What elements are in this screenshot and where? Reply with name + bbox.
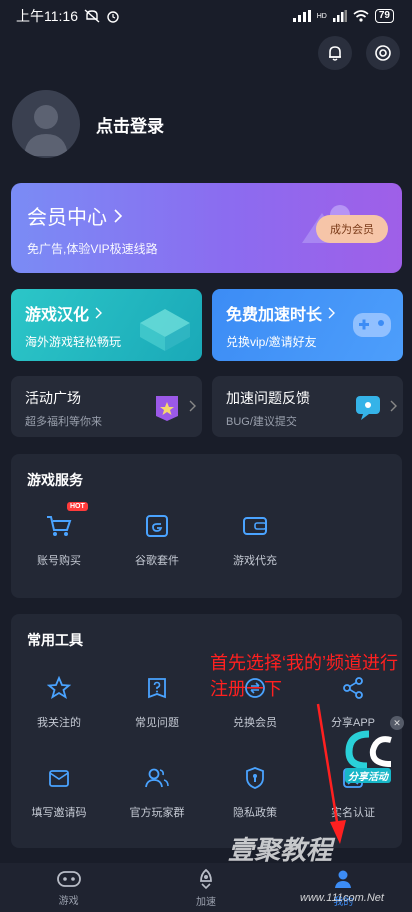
tool-label: 隐私政策 (233, 807, 277, 819)
promo-title: 游戏汉化 (25, 307, 90, 324)
default-avatar-icon (24, 105, 68, 156)
badge-icon (156, 396, 178, 421)
cube-decoration-icon (140, 309, 190, 351)
tool-following[interactable]: 我关注的 (19, 672, 99, 730)
notification-button[interactable] (318, 36, 352, 70)
hd-label: HD (316, 12, 327, 20)
invite-icon (49, 770, 69, 787)
wallet-icon (243, 517, 267, 535)
game-localization-card[interactable]: 游戏汉化 海外游戏轻松畅玩 (11, 289, 202, 361)
profile-header[interactable]: 点击登录 (12, 90, 164, 158)
section-title: 游戏服务 (27, 472, 83, 488)
chevron-right-icon (390, 400, 397, 412)
privacy-icon (246, 767, 264, 789)
promo-title: 免费加速时长 (226, 307, 323, 324)
google-suite-icon (146, 515, 168, 537)
annotation-arrow (316, 703, 346, 844)
gamepad-decoration-icon (353, 313, 391, 337)
cart-icon (47, 516, 72, 536)
user-icon (335, 870, 352, 888)
tool-label: 官方玩家群 (129, 807, 185, 819)
nav-label: 游戏 (58, 895, 79, 907)
service-label: 谷歌套件 (135, 555, 179, 567)
service-game-topup[interactable]: 游戏代充 (215, 510, 295, 568)
vip-center-card[interactable]: 会员中心 免广告,体验VIP极速线路 成为会员 (11, 183, 402, 273)
star-icon (47, 676, 71, 699)
settings-icon (375, 45, 391, 61)
header-actions (318, 36, 400, 70)
avatar[interactable] (12, 90, 80, 158)
watermark-url: www.111com.Net (300, 892, 384, 904)
alarm-icon (107, 11, 119, 23)
free-speed-card[interactable]: 免费加速时长 兑换vip/邀请好友 (212, 289, 403, 361)
signal-icon (292, 10, 311, 22)
service-label: 账号购买 (37, 555, 81, 567)
bottom-nav: 游戏 加速 我的 (0, 863, 412, 912)
service-account-purchase[interactable]: 账号购买 HOT (19, 502, 99, 568)
chevron-right-icon (189, 400, 196, 412)
mute-icon (84, 9, 100, 23)
activity-plaza-card[interactable]: 活动广场 超多福利等你来 (11, 376, 202, 437)
status-time: 上午11:16 (16, 8, 78, 24)
status-left: 上午11:16 (16, 6, 120, 26)
watermark-text: 壹聚教程 (228, 835, 333, 865)
tutorial-annotation: 首先选择‘我的’频道进行注册一下 (210, 653, 398, 699)
nav-boost[interactable]: 加速 (166, 868, 246, 908)
battery-indicator: 79 (374, 9, 394, 23)
bell-icon (329, 46, 341, 61)
gamepad-icon (56, 870, 81, 887)
service-google-suite[interactable]: 谷歌套件 (117, 510, 197, 568)
nav-games[interactable]: 游戏 (29, 869, 109, 907)
tool-player-group[interactable]: 官方玩家群 (117, 762, 197, 820)
rocket-icon (200, 868, 212, 889)
status-right: HD 79 (292, 9, 394, 23)
wifi-icon (353, 10, 369, 22)
feedback-card[interactable]: 加速问题反馈 BUG/建议提交 (212, 376, 403, 437)
game-services-section: 游戏服务 账号购买 HOT 谷歌套件 游戏代充 (11, 454, 402, 598)
become-member-button[interactable]: 成为会员 (316, 215, 388, 243)
tool-label: 兑换会员 (233, 717, 277, 729)
chevron-right-icon (328, 307, 336, 319)
tool-label: 填写邀请码 (31, 807, 87, 819)
hot-badge: HOT (67, 502, 88, 511)
vip-title: 会员中心 (27, 207, 107, 229)
group-icon (145, 768, 169, 788)
chevron-right-icon (95, 307, 103, 319)
login-link[interactable]: 点击登录 (96, 112, 164, 137)
feedback-icon (356, 396, 380, 420)
section-title: 常用工具 (27, 632, 83, 648)
signal-2-icon (332, 10, 347, 22)
status-bar: 上午11:16 HD 79 (0, 0, 412, 32)
settings-button[interactable] (366, 36, 400, 70)
tool-invite-code[interactable]: 填写邀请码 (19, 762, 99, 820)
chevron-right-icon (114, 208, 123, 223)
service-label: 游戏代充 (233, 555, 277, 567)
tool-label: 我关注的 (37, 717, 81, 729)
tool-privacy[interactable]: 隐私政策 (215, 762, 295, 820)
nav-label: 加速 (195, 896, 216, 908)
tool-label: 常见问题 (135, 717, 179, 729)
tool-faq[interactable]: 常见问题 (117, 672, 197, 730)
question-icon (148, 678, 166, 699)
